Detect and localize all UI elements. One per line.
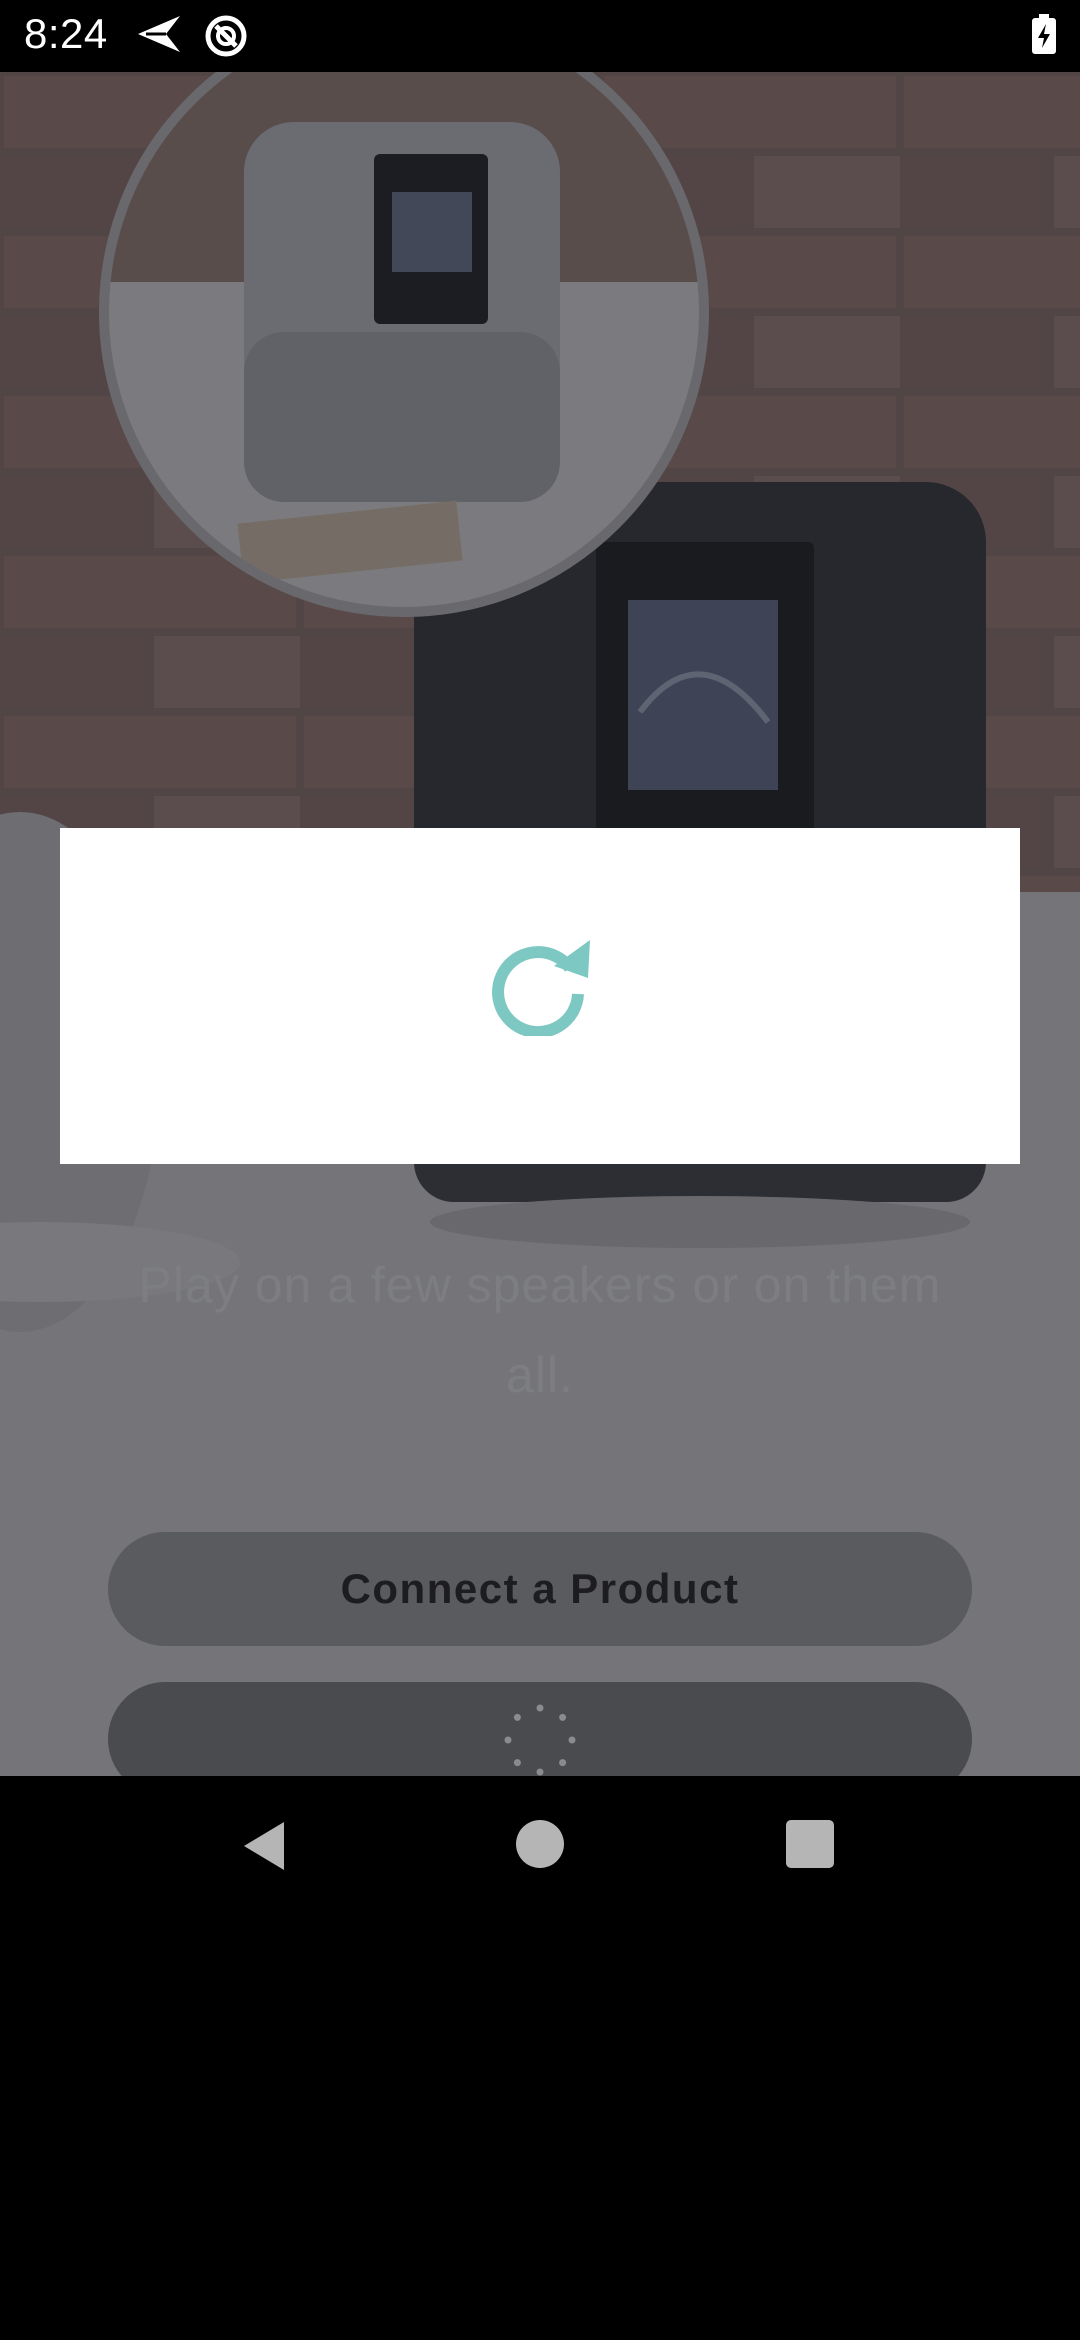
battery-charging-icon <box>1030 14 1058 61</box>
connect-product-button[interactable]: Connect a Product <box>108 1532 972 1646</box>
refresh-icon[interactable] <box>492 936 592 1036</box>
status-bar: 8:24 <box>0 0 1080 72</box>
navigation-bar <box>0 1776 1080 1920</box>
back-icon[interactable] <box>240 1820 288 1872</box>
status-time: 8:24 <box>24 10 108 57</box>
app-screen: Play on a few speakers or on them all. C… <box>0 72 1080 1776</box>
send-icon <box>136 14 182 59</box>
home-icon[interactable] <box>516 1820 564 1868</box>
loading-spinner-icon <box>504 1704 576 1776</box>
loading-dialog <box>60 828 1020 1164</box>
recents-icon[interactable] <box>786 1820 834 1868</box>
circle-icon <box>204 14 248 63</box>
tagline: Play on a few speakers or on them all. <box>138 1257 942 1403</box>
